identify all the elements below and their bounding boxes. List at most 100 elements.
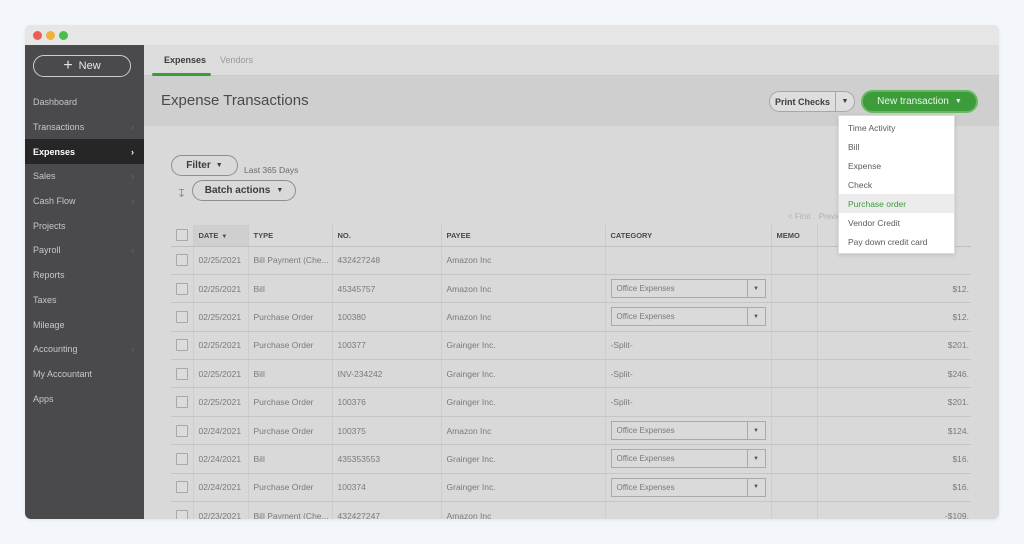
cell-payee: Amazon Inc bbox=[441, 246, 606, 275]
sidebar-item-sales[interactable]: Sales › bbox=[25, 164, 144, 189]
dropdown-arrow-icon[interactable]: ▼ bbox=[746, 422, 765, 440]
filter-button[interactable]: Filter ▼ bbox=[171, 155, 238, 176]
column-header-category[interactable]: CATEGORY bbox=[605, 225, 772, 247]
menu-item-vendor-credit[interactable]: Vendor Credit bbox=[839, 213, 954, 232]
table-row[interactable]: 02/25/2021 Purchase Order 100377 Grainger I… bbox=[171, 331, 971, 361]
cell-type: Bill Payment (Che... bbox=[248, 501, 333, 519]
cell-category: Office Expenses ▼ bbox=[605, 416, 772, 446]
row-checkbox[interactable] bbox=[176, 254, 188, 267]
sidebar-item-transactions[interactable]: Transactions › bbox=[25, 115, 144, 140]
tab-vendors[interactable]: Vendors bbox=[220, 55, 253, 65]
row-checkbox[interactable] bbox=[176, 452, 188, 465]
cell-amount: $12. bbox=[817, 302, 971, 332]
dropdown-arrow-icon[interactable]: ▼ bbox=[746, 478, 765, 496]
menu-item-check[interactable]: Check bbox=[839, 175, 954, 194]
dropdown-arrow-icon[interactable]: ▼ bbox=[746, 308, 765, 326]
cell-type: Purchase Order bbox=[248, 331, 333, 361]
row-checkbox[interactable] bbox=[176, 367, 188, 380]
batch-actions-button[interactable]: Batch actions ▼ bbox=[192, 180, 296, 201]
table-row[interactable]: 02/24/2021 Purchase Order 100374 Grainger I… bbox=[171, 473, 971, 503]
new-transaction-button[interactable]: New transaction ▼ bbox=[861, 90, 978, 113]
sidebar-item-dashboard[interactable]: Dashboard bbox=[25, 90, 144, 115]
cell-date: 02/24/2021 bbox=[193, 444, 249, 474]
category-select[interactable]: Office Expenses ▼ bbox=[610, 307, 766, 327]
column-header-no[interactable]: NO. bbox=[332, 225, 442, 247]
print-checks-label[interactable]: Print Checks bbox=[770, 92, 836, 111]
row-checkbox[interactable] bbox=[176, 339, 188, 352]
sidebar-item-taxes[interactable]: Taxes bbox=[25, 288, 144, 313]
sidebar-item-mileage[interactable]: Mileage bbox=[25, 312, 144, 337]
row-checkbox[interactable] bbox=[176, 396, 188, 409]
cell-amount: -$109. bbox=[817, 501, 971, 519]
cell-memo bbox=[771, 416, 818, 446]
print-checks-button[interactable]: Print Checks ▼ bbox=[769, 91, 855, 112]
cell-category: -Split- bbox=[605, 359, 772, 389]
sidebar-item-label: Projects bbox=[33, 220, 66, 231]
chevron-right-icon: › bbox=[131, 344, 134, 355]
sidebar-item-label: My Accountant bbox=[33, 368, 93, 379]
column-header-memo[interactable]: MEMO bbox=[771, 225, 818, 247]
page-title: Expense Transactions bbox=[161, 92, 309, 109]
row-checkbox[interactable] bbox=[176, 424, 188, 437]
cell-memo bbox=[771, 246, 818, 275]
cell-date: 02/25/2021 bbox=[193, 359, 249, 389]
category-select[interactable]: Office Expenses ▼ bbox=[610, 449, 766, 469]
sidebar-item-cash-flow[interactable]: Cash Flow › bbox=[25, 189, 144, 214]
sort-desc-icon: ▼ bbox=[221, 233, 228, 240]
table-row[interactable]: 02/25/2021 Purchase Order 100380 Amazon Inc… bbox=[171, 302, 971, 332]
table-row[interactable]: 02/23/2021 Bill Payment (Che... 432427247 A… bbox=[171, 501, 971, 519]
sort-arrow-icon[interactable]: ↧ bbox=[177, 187, 186, 200]
cell-memo bbox=[771, 387, 818, 417]
column-header-date[interactable]: DATE ▼ bbox=[193, 225, 249, 247]
print-checks-dropdown-icon[interactable]: ▼ bbox=[836, 92, 854, 111]
cell-date: 02/25/2021 bbox=[193, 274, 249, 304]
sidebar-item-reports[interactable]: Reports bbox=[25, 263, 144, 288]
sidebar-item-my-accountant[interactable]: My Accountant bbox=[25, 362, 144, 387]
cell-no: 100376 bbox=[332, 387, 442, 417]
menu-item-expense[interactable]: Expense bbox=[839, 156, 954, 175]
category-select[interactable]: Office Expenses ▼ bbox=[610, 279, 766, 299]
menu-item-pay-down-credit-card[interactable]: Pay down credit card bbox=[839, 232, 954, 251]
transactions-table: DATE ▼ TYPE NO. PAYEE CATEGORY MEMO 02/25… bbox=[171, 225, 971, 519]
row-select-cell bbox=[171, 387, 194, 417]
table-row[interactable]: 02/24/2021 Bill 435353553 Grainger Inc. Offi… bbox=[171, 444, 971, 474]
table-row[interactable]: 02/24/2021 Purchase Order 100375 Amazon Inc… bbox=[171, 416, 971, 446]
column-header-payee[interactable]: PAYEE bbox=[441, 225, 606, 247]
cell-date: 02/25/2021 bbox=[193, 331, 249, 361]
cell-amount: $16. bbox=[817, 444, 971, 474]
menu-item-bill[interactable]: Bill bbox=[839, 137, 954, 156]
row-checkbox[interactable] bbox=[176, 509, 188, 519]
column-header-type[interactable]: TYPE bbox=[248, 225, 333, 247]
category-select[interactable]: Office Expenses ▼ bbox=[610, 477, 766, 497]
sidebar-item-accounting[interactable]: Accounting › bbox=[25, 337, 144, 362]
sidebar-item-expenses[interactable]: Expenses › bbox=[25, 139, 144, 165]
table-row[interactable]: 02/25/2021 Bill 45345757 Amazon Inc Office E… bbox=[171, 274, 971, 304]
sidebar-item-payroll[interactable]: Payroll › bbox=[25, 238, 144, 263]
sidebar-item-projects[interactable]: Projects bbox=[25, 213, 144, 238]
app-window: + New Dashboard Transactions › Expenses › Sal… bbox=[25, 25, 999, 519]
row-checkbox[interactable] bbox=[176, 282, 188, 295]
cell-date: 02/25/2021 bbox=[193, 302, 249, 332]
select-all-checkbox[interactable] bbox=[176, 229, 188, 242]
tab-expenses[interactable]: Expenses bbox=[164, 55, 206, 65]
table-row[interactable]: 02/25/2021 Purchase Order 100376 Grainger I… bbox=[171, 387, 971, 417]
new-button[interactable]: + New bbox=[33, 55, 131, 77]
close-window-button[interactable] bbox=[33, 31, 42, 40]
pager-first[interactable]: < First bbox=[788, 212, 810, 221]
menu-item-purchase-order[interactable]: Purchase order bbox=[839, 194, 954, 213]
dropdown-arrow-icon[interactable]: ▼ bbox=[746, 450, 765, 468]
table-row[interactable]: 02/25/2021 Bill INV-234242 Grainger Inc. -Sp… bbox=[171, 359, 971, 389]
row-checkbox[interactable] bbox=[176, 310, 188, 323]
minimize-window-button[interactable] bbox=[46, 31, 55, 40]
dropdown-arrow-icon[interactable]: ▼ bbox=[746, 280, 765, 298]
menu-item-time-activity[interactable]: Time Activity bbox=[839, 118, 954, 137]
maximize-window-button[interactable] bbox=[59, 31, 68, 40]
category-select[interactable]: Office Expenses ▼ bbox=[610, 421, 766, 441]
cell-no: 432427247 bbox=[332, 501, 442, 519]
new-transaction-label: New transaction bbox=[877, 96, 949, 107]
cell-payee: Grainger Inc. bbox=[441, 359, 606, 389]
chevron-right-icon: › bbox=[131, 196, 134, 207]
row-checkbox[interactable] bbox=[176, 481, 188, 494]
sidebar-item-apps[interactable]: Apps bbox=[25, 386, 144, 411]
cell-category: Office Expenses ▼ bbox=[605, 444, 772, 474]
